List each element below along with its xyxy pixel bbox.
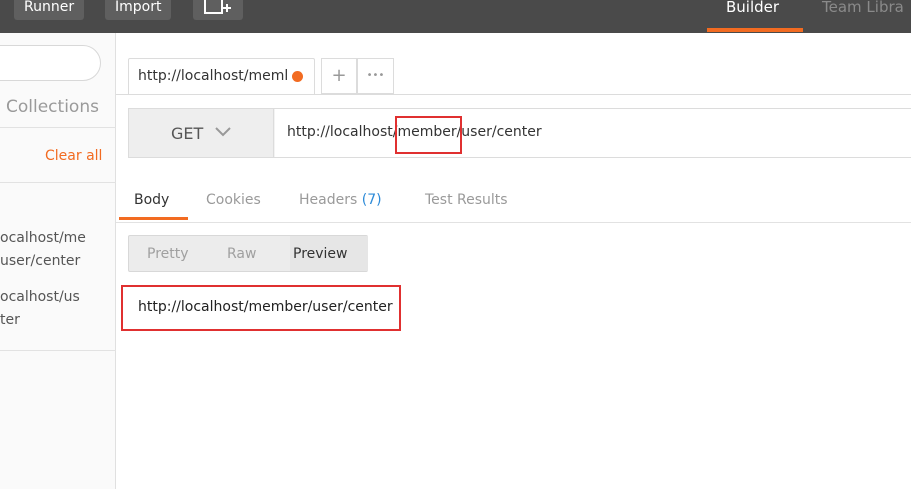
history-item[interactable]: ocalhost/us ter <box>0 286 80 332</box>
more-tabs-button[interactable]: ••• <box>357 58 394 94</box>
url-bar: GET http://localhost/member/user/center <box>128 108 911 158</box>
mode-preview[interactable]: Preview <box>293 246 348 262</box>
tab-test-results[interactable]: Test Results <box>425 192 508 208</box>
new-window-icon <box>204 0 231 14</box>
history-item-line: user/center <box>0 253 81 269</box>
request-builder: http://localhost/meml + ••• GET http://l… <box>116 33 911 489</box>
view-mode-selector: Pretty Raw Preview <box>128 235 368 272</box>
request-tab[interactable]: http://localhost/meml <box>128 58 315 95</box>
tab-cookies[interactable]: Cookies <box>206 192 261 208</box>
url-input[interactable]: http://localhost/member/user/center <box>275 109 911 157</box>
tab-headers[interactable]: Headers (7) <box>299 192 382 208</box>
method-label: GET <box>171 124 204 143</box>
body-tab-indicator <box>119 217 188 220</box>
sidebar-divider <box>0 350 116 351</box>
new-window-button[interactable] <box>193 0 243 20</box>
mode-raw[interactable]: Raw <box>227 246 256 262</box>
clear-all-link[interactable]: Clear all <box>45 148 102 164</box>
tab-headers-label: Headers <box>299 192 358 208</box>
response-body-text: http://localhost/member/user/center <box>138 299 393 315</box>
tab-team-library[interactable]: Team Libra <box>822 0 904 20</box>
sidebar-tab-collections[interactable]: Collections <box>6 97 99 117</box>
url-highlight-box <box>395 116 462 154</box>
history-item[interactable]: ocalhost/me user/center <box>0 227 86 273</box>
history-item-line: ocalhost/us <box>0 289 80 305</box>
history-item-line: ocalhost/me <box>0 230 86 246</box>
sidebar-divider <box>0 127 116 128</box>
request-tab-label: http://localhost/meml <box>138 68 289 84</box>
builder-tab-indicator <box>707 28 803 32</box>
sidebar-divider <box>0 182 116 183</box>
sidebar: Collections Clear all ocalhost/me user/c… <box>0 33 116 489</box>
import-button[interactable]: Import <box>105 0 172 20</box>
runner-button[interactable]: Runner <box>14 0 85 20</box>
mode-pretty[interactable]: Pretty <box>147 246 189 262</box>
history-item-line: ter <box>0 312 20 328</box>
method-select[interactable]: GET <box>129 109 274 157</box>
sidebar-search-input[interactable] <box>0 45 101 81</box>
chevron-down-icon <box>215 127 231 137</box>
tab-builder[interactable]: Builder <box>726 0 779 20</box>
unsaved-dot-icon <box>292 71 303 82</box>
add-tab-button[interactable]: + <box>321 58 357 94</box>
headers-count-badge: (7) <box>361 192 382 208</box>
response-preview: http://localhost/member/user/center <box>121 285 401 331</box>
tab-body[interactable]: Body <box>134 192 169 208</box>
tabs-divider <box>116 94 911 95</box>
response-tabs-divider <box>116 222 911 223</box>
app-header: Runner Import Builder Team Libra <box>0 0 911 33</box>
